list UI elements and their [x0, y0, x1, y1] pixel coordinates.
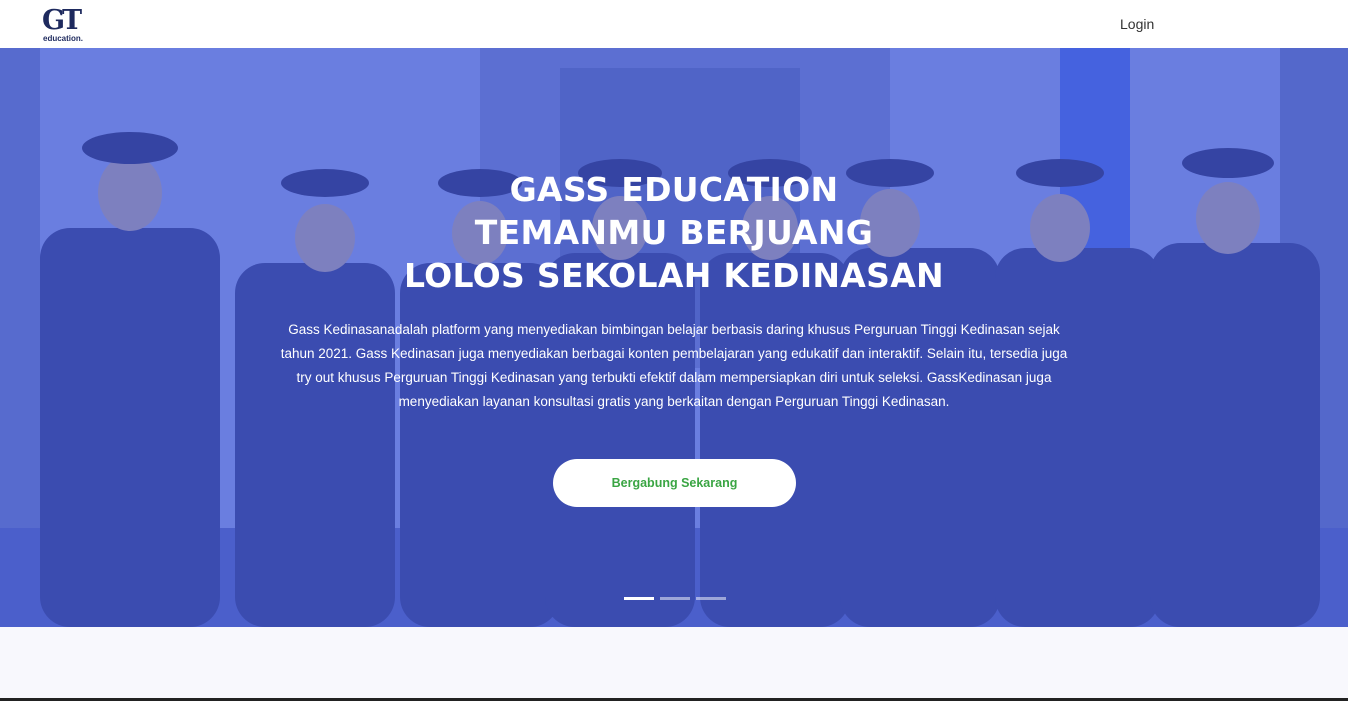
hero-title-line-2: TEMANMU BERJUANG [474, 213, 874, 252]
navbar: GT education. Login [0, 0, 1348, 48]
carousel-indicator-3[interactable] [696, 597, 726, 600]
join-now-button[interactable]: Bergabung Sekarang [553, 459, 796, 507]
hero-title-line-1: GASS EDUCATION [509, 170, 839, 209]
carousel-indicator-2[interactable] [660, 597, 690, 600]
hero-description: Gass Kedinasanadalah platform yang menye… [280, 322, 1068, 409]
hero-title: GASS EDUCATION TEMANMU BERJUANG LOLOS SE… [0, 168, 1348, 297]
hero-title-line-3: LOLOS SEKOLAH KEDINASAN [404, 256, 944, 295]
content-section [0, 627, 1348, 699]
brand-logo[interactable]: GT education. [42, 6, 92, 44]
carousel-indicator-1[interactable] [624, 597, 654, 600]
logo-mark: GT [42, 5, 82, 36]
login-link[interactable]: Login [1120, 15, 1154, 33]
logo-subtext: education. [43, 34, 84, 43]
hero-carousel: GASS EDUCATION TEMANMU BERJUANG LOLOS SE… [0, 48, 1348, 627]
